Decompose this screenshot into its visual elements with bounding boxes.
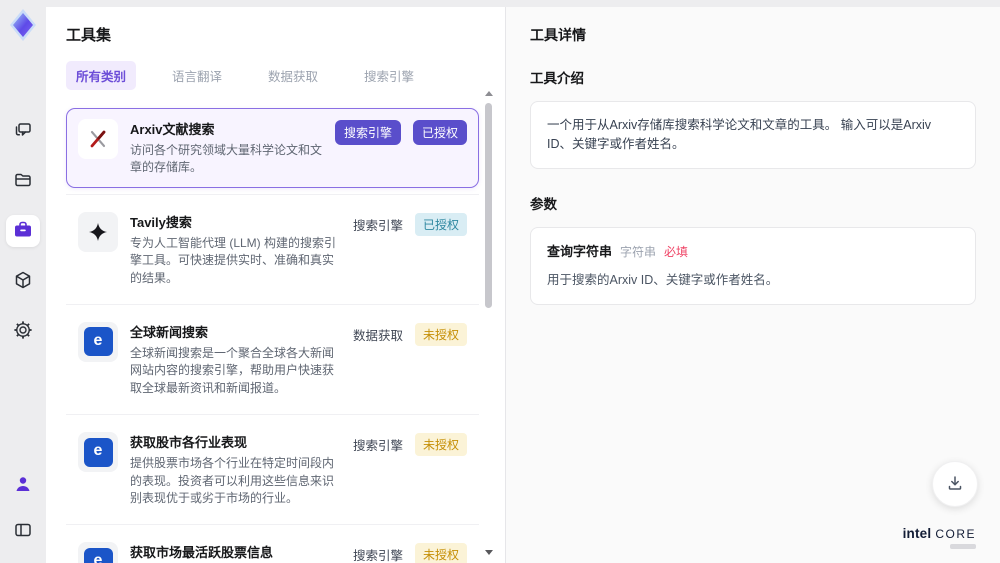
tool-description: 专为人工智能代理 (LLM) 构建的搜索引擎工具。可快速提供实时、准确和真实的结… [130, 235, 337, 285]
tool-list-item[interactable]: Tavily搜索 专为人工智能代理 (LLM) 构建的搜索引擎工具。可快速提供实… [66, 201, 479, 298]
tool-auth-badge: 已授权 [414, 212, 467, 236]
sidebar-bottom [6, 469, 40, 547]
tool-list-item[interactable]: e 获取市场最活跃股票信息 提供当天交易量最高的股票列表。投资者可以利用这些信息… [66, 531, 479, 563]
news-app-icon: e [78, 321, 118, 362]
tab-language-translation[interactable]: 语言翻译 [162, 61, 232, 90]
tool-category: 搜索引擎 [334, 120, 401, 145]
param-type: 字符串 [620, 244, 657, 259]
param-card: 查询字符串 字符串 必填 用于搜索的Arxiv ID、关键字或作者姓名。 [530, 226, 976, 305]
tab-data-acquisition[interactable]: 数据获取 [258, 61, 328, 90]
tool-meta: 数据获取 未授权 [353, 322, 467, 346]
tool-text: Tavily搜索 专为人工智能代理 (LLM) 构建的搜索引擎工具。可快速提供实… [130, 212, 341, 287]
tool-auth-badge: 未授权 [414, 543, 467, 563]
tab-search-engine[interactable]: 搜索引擎 [354, 61, 424, 90]
param-head: 查询字符串 字符串 必填 [547, 242, 959, 262]
tool-category: 搜索引擎 [352, 549, 403, 563]
sidebar-item-files[interactable] [6, 165, 40, 197]
sidebar-item-tools[interactable] [6, 215, 40, 247]
app-logo[interactable] [8, 8, 38, 47]
tool-category: 搜索引擎 [352, 218, 403, 233]
arxiv-logo-icon [78, 119, 118, 159]
scrollbar-down-arrow[interactable] [485, 550, 493, 555]
page-title: 工具集 [66, 27, 112, 44]
tool-text: 获取市场最活跃股票信息 提供当天交易量最高的股票列表。投资者可以利用这些信息来识… [130, 542, 341, 563]
tool-text: Arxiv文献搜索 访问各个研究领域大量科学论文和文章的存储库。 [130, 119, 323, 177]
sidebar-item-panel-toggle[interactable] [6, 515, 40, 547]
panel-toggle-icon [13, 520, 33, 543]
tavily-star-icon [78, 211, 118, 252]
param-required-badge: 必填 [664, 244, 689, 259]
tool-description: 提供股票市场各个行业在特定时间段内的表现。投资者可以利用这些信息来识别表现优于或… [130, 456, 335, 505]
tool-text: 全球新闻搜索 全球新闻搜索是一个聚合全球各大新闻网站内容的搜索引擎，帮助用户快速… [130, 322, 341, 397]
sidebar [0, 0, 46, 563]
app-window: 工具集 所有类别 语言翻译 数据获取 搜索引擎 Arxiv文献搜索 访问各个研究… [0, 0, 1000, 563]
toolbox-icon [12, 219, 34, 244]
tool-list-item[interactable]: e 全球新闻搜索 全球新闻搜索是一个聚合全球各大新闻网站内容的搜索引擎，帮助用户… [66, 311, 479, 408]
param-description: 用于搜索的Arxiv ID、关键字或作者姓名。 [547, 273, 779, 287]
tool-auth-badge: 未授权 [414, 322, 467, 346]
intel-core-logo: intel CORE [903, 526, 976, 549]
sidebar-item-settings[interactable] [6, 315, 40, 347]
brand-intel-text: intel [902, 526, 932, 541]
tool-meta: 搜索引擎 已授权 [353, 212, 467, 236]
tool-description: 访问各个研究领域大量科学论文和文章的存储库。 [130, 143, 323, 175]
tool-list-item[interactable]: Arxiv文献搜索 访问各个研究领域大量科学论文和文章的存储库。 搜索引擎 已授… [66, 108, 479, 188]
intro-heading: 工具介绍 [530, 71, 584, 86]
gem-logo-icon [8, 9, 38, 46]
details-title: 工具详情 [530, 27, 586, 43]
settings-icon [13, 320, 33, 343]
tool-row: Arxiv文献搜索 访问各个研究领域大量科学论文和文章的存储库。 搜索引擎 已授… [66, 102, 479, 195]
user-icon [13, 474, 33, 497]
tool-meta: 搜索引擎 未授权 [352, 432, 467, 457]
scrollbar-up-arrow[interactable] [485, 91, 493, 96]
tool-category: 数据获取 [352, 328, 403, 343]
brand-sub-bar [950, 544, 976, 549]
tool-text: 获取股市各行业表现 提供股票市场各个行业在特定时间段内的表现。投资者可以利用这些… [130, 432, 341, 507]
tool-row: e 获取股市各行业表现 提供股票市场各个行业在特定时间段内的表现。投资者可以利用… [66, 415, 479, 526]
tool-list-pane: 工具集 所有类别 语言翻译 数据获取 搜索引擎 Arxiv文献搜索 访问各个研究… [46, 7, 505, 563]
tool-intro-text: 一个用于从Arxiv存储库搜索科学论文和文章的工具。 输入可以是Arxiv ID… [530, 101, 976, 169]
sidebar-item-models[interactable] [6, 265, 40, 297]
scrollbar-thumb[interactable] [485, 103, 492, 308]
tool-auth-badge: 未授权 [414, 433, 467, 457]
tool-details-pane: 工具详情 工具介绍 一个用于从Arxiv存储库搜索科学论文和文章的工具。 输入可… [505, 7, 1000, 563]
download-icon [946, 474, 964, 495]
folder-icon [13, 170, 33, 193]
tool-name: 获取市场最活跃股票信息 [130, 545, 274, 561]
tool-list: Arxiv文献搜索 访问各个研究领域大量科学论文和文章的存储库。 搜索引擎 已授… [66, 102, 479, 563]
tool-name: 获取股市各行业表现 [130, 435, 248, 451]
tool-auth-badge: 已授权 [412, 120, 467, 145]
tool-list-item[interactable]: e 获取股市各行业表现 提供股票市场各个行业在特定时间段内的表现。投资者可以利用… [66, 421, 479, 518]
param-name: 查询字符串 [547, 243, 613, 259]
tool-description: 全球新闻搜索是一个聚合全球各大新闻网站内容的搜索引擎，帮助用户快速获取全球最新资… [130, 345, 335, 395]
params-heading: 参数 [530, 196, 557, 212]
sidebar-nav [6, 115, 40, 347]
tool-name: Arxiv文献搜索 [130, 122, 215, 137]
tab-all-categories[interactable]: 所有类别 [66, 61, 137, 90]
market-app-icon: e [78, 432, 118, 473]
tool-meta: 搜索引擎 已授权 [334, 119, 467, 145]
download-button[interactable] [932, 461, 978, 507]
tool-row: Tavily搜索 专为人工智能代理 (LLM) 构建的搜索引擎工具。可快速提供实… [66, 195, 479, 305]
tool-category: 搜索引擎 [352, 439, 403, 454]
cube-icon [13, 270, 33, 293]
sidebar-item-chat[interactable] [6, 115, 40, 147]
tool-row: e 获取市场最活跃股票信息 提供当天交易量最高的股票列表。投资者可以利用这些信息… [66, 525, 479, 563]
tool-row: e 全球新闻搜索 全球新闻搜索是一个聚合全球各大新闻网站内容的搜索引擎，帮助用户… [66, 305, 479, 416]
market-app-icon: e [78, 542, 118, 563]
tool-name: Tavily搜索 [130, 214, 192, 230]
brand-core-text: CORE [935, 527, 976, 541]
tool-meta: 搜索引擎 未授权 [353, 542, 467, 563]
tool-name: 全球新闻搜索 [130, 324, 209, 340]
category-tabs: 所有类别 语言翻译 数据获取 搜索引擎 [66, 61, 479, 90]
chat-icon [13, 120, 33, 143]
sidebar-item-user[interactable] [6, 469, 40, 501]
scrollbar[interactable] [484, 91, 493, 555]
